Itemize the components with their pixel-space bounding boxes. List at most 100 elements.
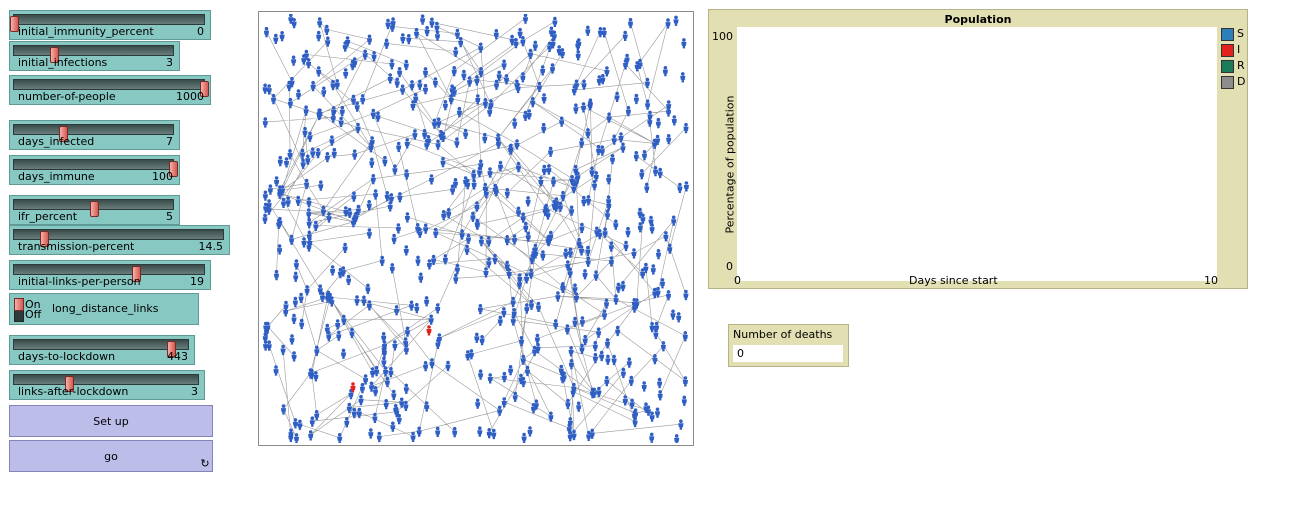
person-icon bbox=[586, 430, 592, 441]
person-icon bbox=[307, 131, 313, 142]
person-icon bbox=[581, 195, 587, 207]
person-icon bbox=[676, 312, 682, 323]
person-icon bbox=[550, 176, 557, 187]
switch-toggle[interactable] bbox=[14, 298, 24, 322]
person-icon bbox=[262, 83, 268, 94]
slider-transmission-percent[interactable]: transmission-percent 14.5 bbox=[9, 225, 230, 255]
slider-days-immune[interactable]: days_immune 100 bbox=[9, 155, 180, 185]
person-icon bbox=[330, 79, 336, 91]
person-icon bbox=[429, 17, 435, 28]
slider-label: initial_infections bbox=[18, 56, 108, 69]
person-icon bbox=[568, 346, 574, 357]
person-icon bbox=[299, 318, 305, 330]
slider-initial-infections[interactable]: initial_infections 3 bbox=[9, 41, 180, 71]
person-icon bbox=[389, 263, 395, 274]
person-icon bbox=[365, 283, 371, 294]
slider-track[interactable] bbox=[10, 14, 205, 32]
person-icon bbox=[383, 366, 389, 377]
person-icon bbox=[373, 189, 379, 200]
slider-value: 3 bbox=[191, 385, 198, 398]
person-icon bbox=[576, 401, 582, 412]
switch-knob[interactable] bbox=[14, 298, 24, 311]
slider-track[interactable] bbox=[13, 159, 178, 177]
person-icon bbox=[641, 381, 647, 392]
slider-value: 14.5 bbox=[198, 240, 224, 253]
person-icon bbox=[400, 84, 406, 95]
legend-label: S bbox=[1237, 27, 1244, 40]
person-icon bbox=[683, 289, 689, 301]
person-icon bbox=[681, 395, 687, 406]
slider-days-to-lockdown[interactable]: days-to-lockdown 443 bbox=[9, 335, 195, 365]
person-icon bbox=[308, 430, 314, 441]
person-icon bbox=[604, 338, 611, 349]
person-icon bbox=[300, 158, 306, 169]
slider-track[interactable] bbox=[13, 229, 224, 247]
go-button-label: go bbox=[104, 450, 118, 463]
person-icon bbox=[487, 167, 493, 178]
person-icon bbox=[474, 201, 480, 212]
person-icon bbox=[392, 340, 398, 351]
switch-long-distance-links[interactable]: On Off long_distance_links bbox=[9, 293, 199, 325]
person-icon bbox=[384, 38, 390, 49]
person-icon bbox=[273, 33, 279, 44]
slider-links-after-lockdown[interactable]: links-after-lockdown 3 bbox=[9, 370, 205, 400]
person-icon bbox=[304, 285, 310, 296]
slider-value: 0 bbox=[197, 25, 204, 38]
setup-button[interactable]: Set up bbox=[9, 405, 213, 437]
person-icon bbox=[613, 219, 619, 230]
person-icon bbox=[451, 66, 457, 77]
slider-value: 7 bbox=[166, 135, 173, 148]
go-button[interactable]: go ↻ bbox=[9, 440, 213, 472]
person-icon bbox=[432, 77, 438, 88]
person-icon bbox=[623, 240, 629, 252]
slider-days-infected[interactable]: days_infected 7 bbox=[9, 120, 180, 150]
person-icon bbox=[267, 184, 273, 195]
person-icon bbox=[418, 272, 424, 283]
person-icon bbox=[618, 132, 624, 143]
slider-initial-links-per-person[interactable]: initial-links-per-person 19 bbox=[9, 260, 211, 290]
person-icon bbox=[431, 118, 438, 129]
person-icon bbox=[497, 160, 504, 172]
slider-track[interactable] bbox=[13, 45, 174, 63]
person-icon bbox=[599, 145, 605, 156]
person-icon bbox=[666, 134, 672, 145]
person-icon bbox=[580, 102, 587, 113]
person-icon bbox=[306, 197, 312, 208]
person-icon bbox=[368, 428, 374, 439]
slider-track[interactable] bbox=[13, 124, 174, 142]
person-icon bbox=[329, 135, 335, 146]
person-icon bbox=[376, 431, 382, 443]
slider-thumb[interactable] bbox=[89, 201, 99, 217]
slider-track[interactable] bbox=[13, 79, 209, 97]
person-icon bbox=[479, 335, 485, 346]
person-icon bbox=[496, 70, 502, 81]
person-icon bbox=[524, 303, 530, 314]
person-icon bbox=[428, 174, 435, 185]
person-icon bbox=[306, 208, 312, 219]
person-icon bbox=[569, 205, 575, 216]
slider-value: 5 bbox=[166, 210, 173, 223]
person-icon bbox=[559, 116, 565, 127]
person-icon bbox=[552, 16, 558, 27]
slider-ifr-percent[interactable]: ifr_percent 5 bbox=[9, 195, 180, 225]
slider-initial-immunity-percent[interactable]: initial_immunity_percent 0 bbox=[9, 10, 211, 40]
person-icon bbox=[620, 367, 626, 379]
slider-track[interactable] bbox=[13, 374, 199, 392]
slider-number-of-people[interactable]: number-of-people 1000 bbox=[9, 75, 211, 105]
person-icon bbox=[497, 315, 503, 326]
person-icon bbox=[501, 371, 507, 383]
person-icon bbox=[422, 83, 429, 95]
slider-track[interactable] bbox=[13, 199, 174, 217]
slider-track[interactable] bbox=[13, 264, 205, 282]
plot-y-label: Percentage of population bbox=[723, 95, 737, 234]
world-view[interactable] bbox=[258, 11, 694, 446]
person-icon bbox=[330, 265, 336, 276]
person-icon bbox=[440, 156, 446, 168]
person-icon bbox=[487, 373, 493, 384]
person-icon bbox=[331, 147, 337, 159]
legend-swatch bbox=[1221, 28, 1234, 41]
person-icon bbox=[293, 271, 299, 282]
slider-track[interactable] bbox=[13, 339, 189, 357]
person-icon bbox=[663, 231, 669, 242]
person-icon bbox=[620, 280, 626, 292]
